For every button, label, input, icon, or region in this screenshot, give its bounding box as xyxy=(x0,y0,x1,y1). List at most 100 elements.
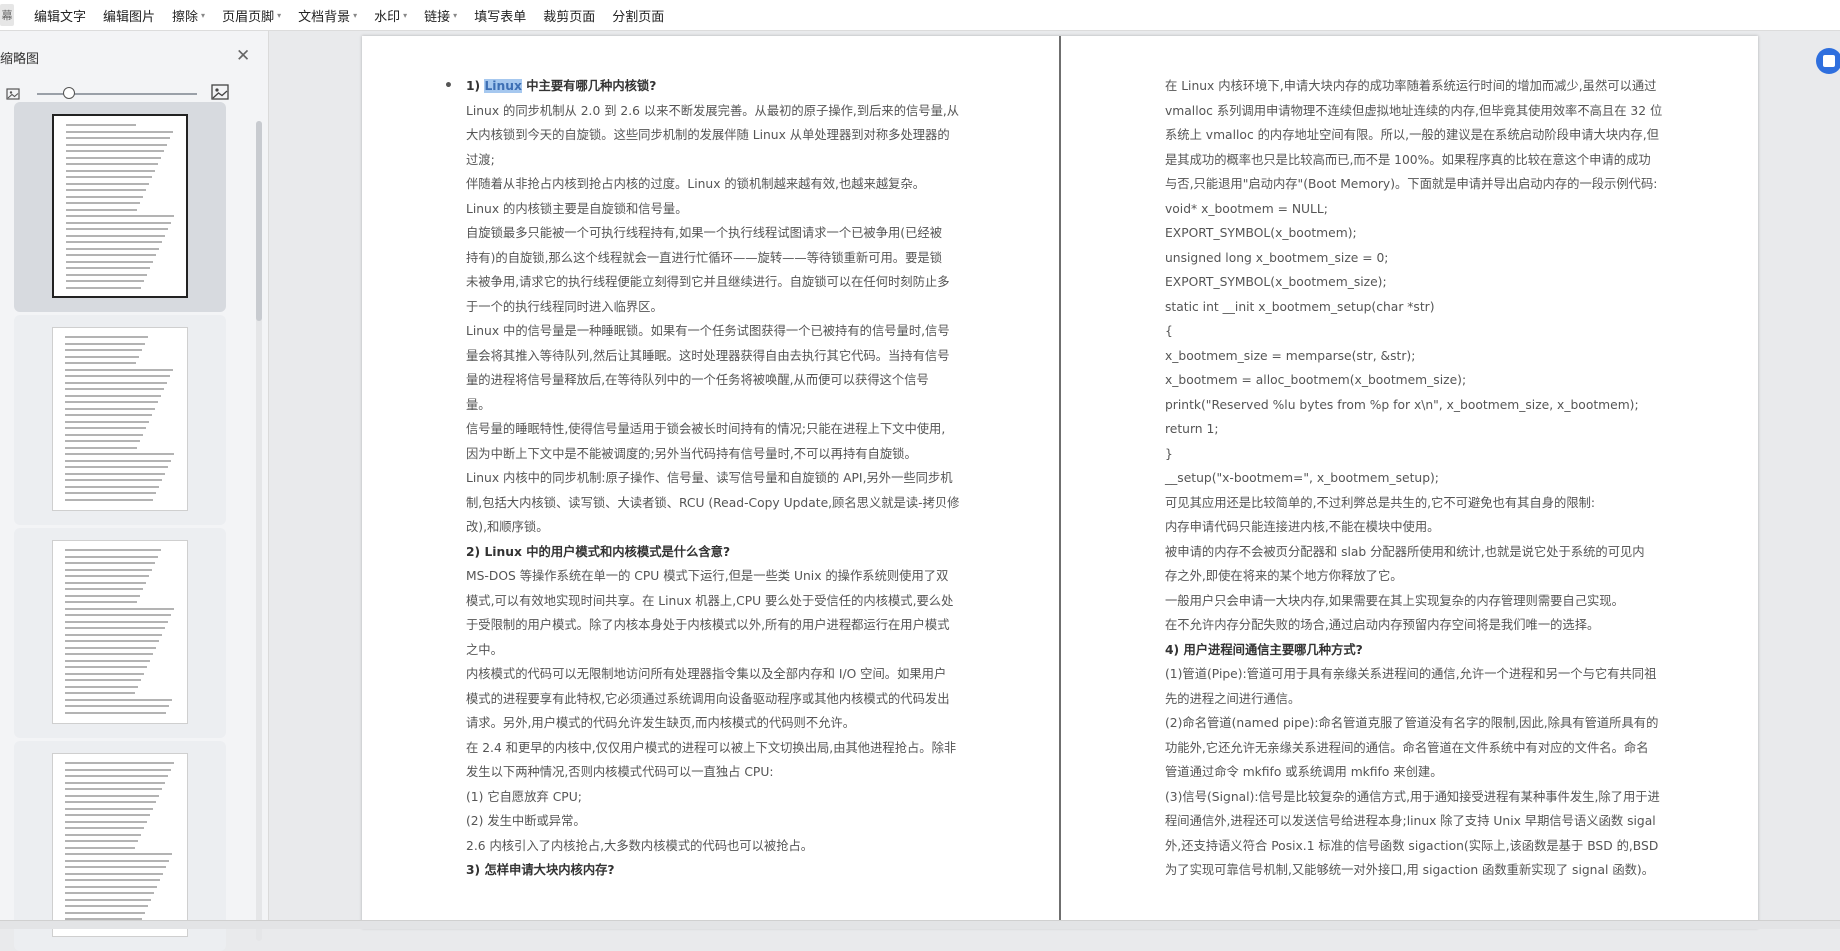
toolbar-item-4[interactable]: 文档背景 ▾ xyxy=(298,6,357,25)
text-line: 发生以下两种情况,否则内核模式代码可以一直独占 CPU: xyxy=(466,760,956,785)
text-line: (2)命名管道(named pipe):命名管道克服了管道没有名字的限制,因此,… xyxy=(1165,711,1658,736)
text-line: 因为中断上下文中是不能被调度的;另外当代码持有信号量时,不可以再持有自旋锁。 xyxy=(466,442,956,467)
thumbnail-text-line xyxy=(66,215,174,217)
thumbnail-text-line xyxy=(65,640,159,642)
toolbar-item-5[interactable]: 水印 ▾ xyxy=(374,6,407,25)
page-thumbnail[interactable] xyxy=(14,315,226,525)
text-line: MS-DOS 等操作系统在单一的 CPU 模式下运行,但是一些类 Unix 的操… xyxy=(466,564,956,589)
thumbnail-text-line xyxy=(65,601,137,603)
text-content: unsigned long x_bootmem_size = 0; xyxy=(1165,250,1389,265)
thumbnail-text-line xyxy=(65,879,160,881)
toolbar-item-1[interactable]: 编辑图片 xyxy=(103,6,155,25)
thumbnail-text-line xyxy=(65,581,146,584)
thumbnail-text-line xyxy=(65,614,171,616)
text-content: (3)信号(Signal):信号是比较复杂的通信方式,用于通知接受进程有某种事件… xyxy=(1165,789,1660,804)
text-content: 一般用户只会申请一大块内存,如果需要在其上实现复杂的内存管理则需要自己实现。 xyxy=(1165,593,1624,608)
text-content: return 1; xyxy=(1165,422,1219,436)
thumbnail-text-line xyxy=(65,375,170,377)
page-divider xyxy=(1059,36,1061,928)
text-content: { xyxy=(1165,324,1173,338)
text-line: x_bootmem = alloc_bootmem(x_bootmem_size… xyxy=(1165,368,1655,393)
text-content: __setup("x-bootmem=", x_bootmem_setup); xyxy=(1165,471,1439,485)
translate-icon[interactable] xyxy=(1816,48,1840,74)
thumbnail-text-line xyxy=(66,254,156,256)
sidebar-scrollbar[interactable] xyxy=(256,121,262,941)
page-thumbnail[interactable] xyxy=(14,102,226,312)
thumbnail-text-line xyxy=(65,905,148,907)
thumbnail-text-line xyxy=(65,446,137,449)
thumbnail-text-line xyxy=(65,562,155,564)
zoom-slider-track[interactable] xyxy=(37,93,197,95)
toolbar-item-8[interactable]: 裁剪页面 xyxy=(543,6,595,25)
text-content: 2.6 内核引入了内核抢占,大多数内核模式的代码也可以被抢占。 xyxy=(466,838,814,853)
text-content: 请求。另外,用户模式的代码允许发生缺页,而内核模式的代码则不允许。 xyxy=(466,716,856,730)
toolbar-item-3[interactable]: 页眉页脚 ▾ xyxy=(222,6,281,25)
chevron-down-icon: ▾ xyxy=(353,10,358,20)
text-content: vmalloc 系列调用申请物理不连续但虚拟地址连续的内存,但毕竟其使用效率不高… xyxy=(1165,103,1663,118)
thumbnail-text-line xyxy=(65,711,166,714)
page-thumbnail[interactable] xyxy=(14,528,226,738)
text-content: 改),和顺序锁。 xyxy=(466,520,549,534)
thumbnail-text-line xyxy=(65,807,153,810)
thumbnail-text-line xyxy=(65,549,161,551)
zoom-slider-thumb[interactable] xyxy=(63,87,75,99)
text-content: void* x_bootmem = NULL; xyxy=(1165,201,1328,216)
thumbnail-text-line xyxy=(66,195,143,198)
thumbnail-text-line xyxy=(66,124,136,126)
close-icon[interactable]: ✕ xyxy=(236,46,250,66)
thumbnail-text-line xyxy=(65,659,150,662)
text-content: 因为中断上下文中是不能被调度的;另外当代码持有信号量时,不可以再持有自旋锁。 xyxy=(466,446,917,461)
text-content: 大内核锁到今天的自旋锁。这些同步机制的发展伴随 Linux 从单处理器到对称多处… xyxy=(466,128,950,142)
thumbnail-page-preview xyxy=(52,540,188,724)
text-content: 先的进程之间进行通信。 xyxy=(1165,691,1301,706)
selected-text-highlight[interactable]: Linux xyxy=(484,79,522,93)
toolbar-item-7[interactable]: 填写表单 xyxy=(474,6,526,25)
text-line: 模式的进程要享有此特权,它必须通过系统调用向设备驱动程序或其他内核模式的代码发出 xyxy=(466,687,956,712)
thumbnail-text-line xyxy=(65,401,158,403)
text-line: 存之外,即使在将来的某个地方你释放了它。 xyxy=(1165,564,1655,589)
text-content: EXPORT_SYMBOL(x_bootmem_size); xyxy=(1165,275,1387,289)
toolbar-cut-off-button[interactable]: 幕 xyxy=(0,4,14,26)
thumbnail-text-line xyxy=(65,627,165,629)
text-content: 存之外,即使在将来的某个地方你释放了它。 xyxy=(1165,569,1403,583)
toolbar-item-label: 填写表单 xyxy=(474,9,527,25)
text-line: 未被争用,请求它的执行线程便能立刻得到它并且继续进行。自旋锁可以在任何时刻防止多 xyxy=(466,270,956,295)
text-content: 可见其应用还是比较简单的,不过利弊总是共生的,它不可避免也有其自身的限制: xyxy=(1165,495,1596,510)
text-line: 量。 xyxy=(466,393,956,418)
thumbnail-text-line xyxy=(66,273,147,276)
thumbnail-text-line xyxy=(66,169,155,172)
thumbnail-text-line xyxy=(65,342,145,345)
text-line: 程间通信外,进程还可以发送信号给进程本身;linux 除了支持 Unix 早期信… xyxy=(1165,809,1656,834)
text-line: 为了实现可靠信号机制,又能够统一对外接口,用 sigaction 函数重新实现了… xyxy=(1165,858,1655,883)
sidebar-scrollbar-thumb[interactable] xyxy=(256,121,262,321)
toolbar-item-2[interactable]: 擦除 ▾ xyxy=(172,6,205,25)
toolbar-item-label: 水印 xyxy=(374,9,401,25)
thumbnail-text-line xyxy=(65,762,174,764)
text-content: 伴随着从非抢占内核到抢占内核的过度。Linux 的锁机制越来越有效,也越来越复杂… xyxy=(466,177,926,191)
thumbnail-text-line xyxy=(65,705,169,707)
text-line: void* x_bootmem = NULL; xyxy=(1165,197,1655,222)
text-content: 2) Linux 中的用户模式和内核模式是什么含意? xyxy=(466,544,731,559)
text-content: Linux 的内核锁主要是自旋锁和信号量。 xyxy=(466,201,688,216)
thumbnail-text-line xyxy=(65,788,162,790)
text-line: 于一个的执行线程同时进入临界区。 xyxy=(466,295,956,320)
text-line: EXPORT_SYMBOL(x_bootmem_size); xyxy=(1165,270,1655,295)
toolbar-item-label: 链接 xyxy=(424,9,451,25)
toolbar-item-0[interactable]: 编辑文字 xyxy=(34,6,86,25)
text-content: 是其成功的概率也只是比较高而已,而不是 100%。如果程序真的比较在意这个申请的… xyxy=(1165,152,1651,167)
text-line: return 1; xyxy=(1165,417,1655,442)
text-line: 自旋锁最多只能被一个可执行线程持有,如果一个执行线程试图请求一个已被争用(已经被 xyxy=(466,221,956,246)
text-line: Linux 的同步机制从 2.0 到 2.6 以来不断发展完善。从最初的原子操作… xyxy=(466,99,959,124)
thumbnail-text-line xyxy=(65,362,136,364)
toolbar-item-9[interactable]: 分割页面 xyxy=(612,6,664,25)
thumbnail-text-line xyxy=(65,646,156,649)
toolbar-item-6[interactable]: 链接 ▾ xyxy=(424,6,457,25)
text-line: x_bootmem_size = memparse(str, &str); xyxy=(1165,344,1655,369)
text-line: { xyxy=(1165,319,1655,344)
thumbnail-text-line xyxy=(66,234,165,237)
thumbnail-text-line xyxy=(66,163,158,165)
thumbnail-page-preview xyxy=(52,114,188,298)
thumbnail-text-line xyxy=(65,692,135,694)
thumbnail-text-line xyxy=(65,453,174,455)
text-line: 一般用户只会申请一大块内存,如果需要在其上实现复杂的内存管理则需要自己实现。 xyxy=(1165,589,1655,614)
